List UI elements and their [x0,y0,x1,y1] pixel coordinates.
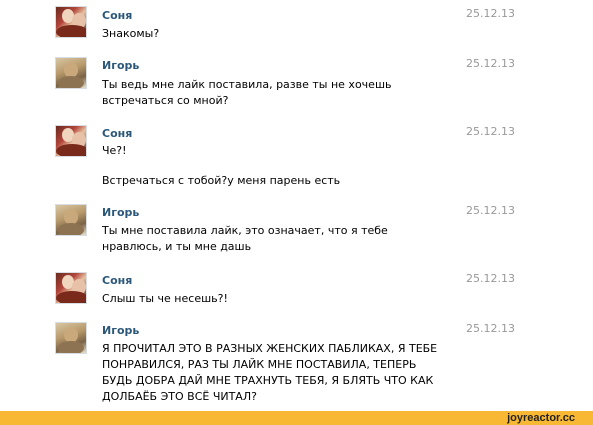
message-text: Че?! [102,144,127,157]
message-date: 25.12.13 [466,272,515,285]
message-date: 25.12.13 [466,125,515,138]
message-text: Знакомы? [102,27,160,40]
avatar[interactable] [55,6,87,38]
message-text: Ты ведь мне лайк поставила, разве ты не … [102,78,392,107]
author-name[interactable]: Соня [102,127,132,140]
message-text: Ты мне поставила лайк, это означает, что… [102,224,388,253]
message-text: Слыш ты че несешь?! [102,292,228,305]
author-name[interactable]: Игорь [102,206,139,219]
watermark-bar: joyreactor.cc [0,411,593,425]
message-date: 25.12.13 [466,7,515,20]
message-date: 25.12.13 [466,322,515,335]
message-text: Встречаться с тобой?у меня парень есть [102,174,341,187]
avatar[interactable] [55,125,87,157]
author-name[interactable]: Соня [102,274,132,287]
watermark-label: joyreactor.cc [507,412,575,424]
avatar[interactable] [55,57,87,89]
author-name[interactable]: Игорь [102,59,139,72]
avatar[interactable] [55,322,87,354]
author-name[interactable]: Соня [102,9,132,22]
message-text: Я ПРОЧИТАЛ ЭТО В РАЗНЫХ ЖЕНСКИХ ПАБЛИКАХ… [102,342,438,403]
avatar[interactable] [55,204,87,236]
message-date: 25.12.13 [466,57,515,70]
message-date: 25.12.13 [466,204,515,217]
author-name[interactable]: Игорь [102,324,139,337]
avatar[interactable] [55,272,87,304]
